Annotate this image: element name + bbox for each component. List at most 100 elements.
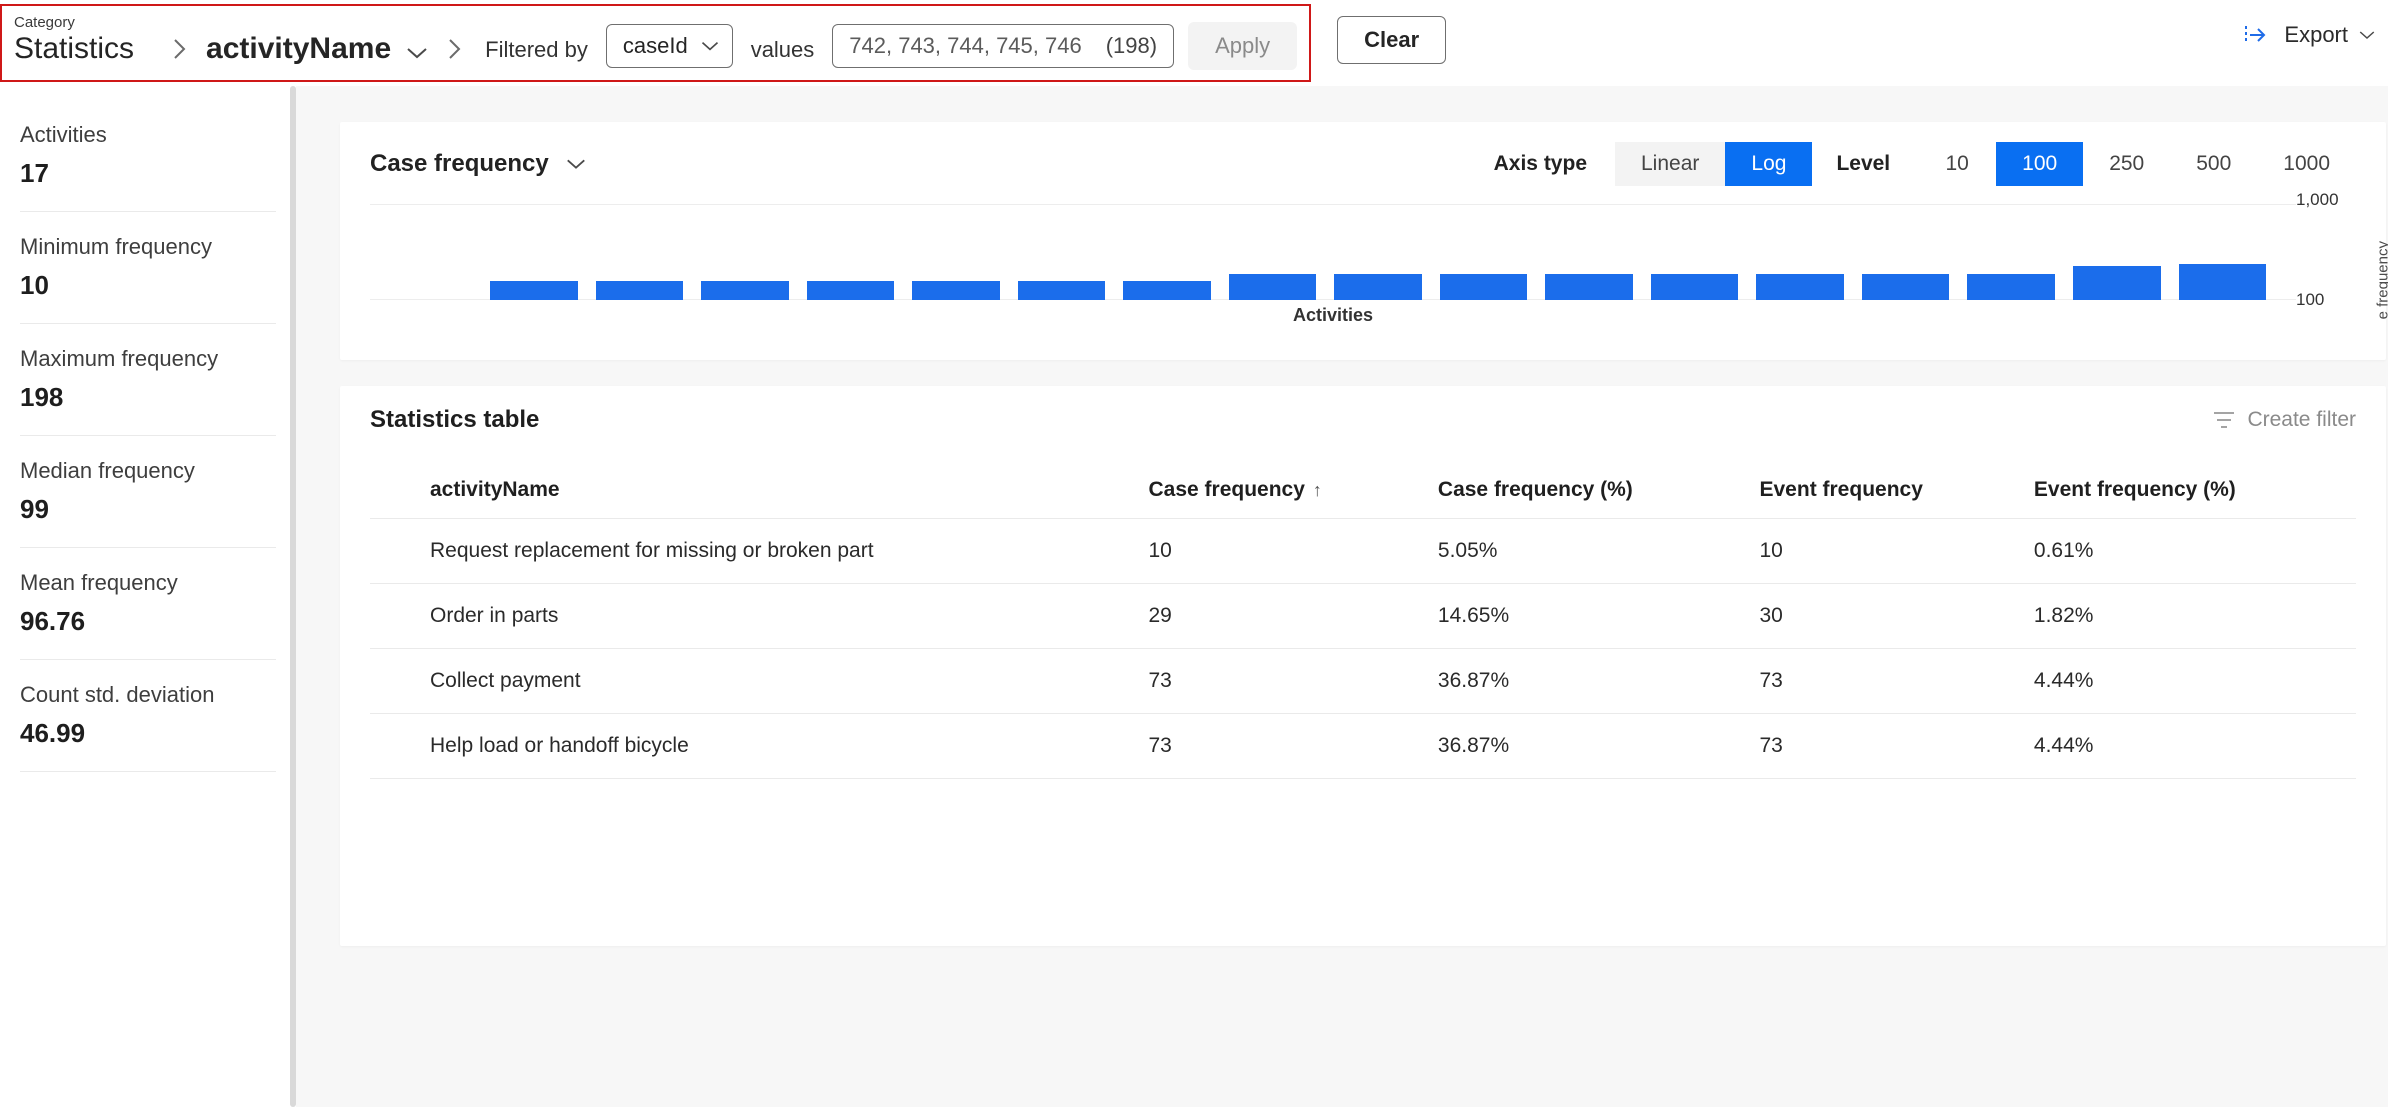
chart-title: Case frequency (370, 150, 549, 178)
level-option-100[interactable]: 100 (1996, 142, 2083, 186)
table-cell: 1.82% (2024, 584, 2356, 649)
chevron-down-icon (565, 156, 587, 172)
table-card: Statistics table Create filter activityN… (340, 386, 2386, 946)
filter-icon (2213, 411, 2235, 429)
table-cell: Help load or handoff bicycle (370, 714, 1138, 779)
filter-field-value: caseId (623, 33, 688, 59)
chart-bar (1440, 274, 1528, 300)
apply-button[interactable]: Apply (1188, 22, 1297, 70)
chevron-right-icon (447, 37, 463, 61)
axis-type-toggle: LinearLog (1615, 142, 1812, 186)
stat-label: Mean frequency (20, 570, 276, 596)
table-row[interactable]: Request replacement for missing or broke… (370, 519, 2356, 584)
table-column-header[interactable]: activityName (370, 462, 1138, 519)
breadcrumb-item[interactable]: activityName (206, 32, 391, 66)
level-option-250[interactable]: 250 (2083, 142, 2170, 186)
create-filter-button[interactable]: Create filter (2213, 408, 2356, 432)
level-option-10[interactable]: 10 (1918, 142, 1996, 186)
axis-type-label: Axis type (1494, 152, 1587, 176)
stat-label: Count std. deviation (20, 682, 276, 708)
chart-bar (490, 281, 578, 300)
table-cell: 29 (1138, 584, 1427, 649)
level-label: Level (1836, 152, 1890, 176)
stat-value: 17 (20, 158, 276, 189)
chart-bar (1229, 274, 1317, 300)
category-value: Statistics (14, 32, 134, 66)
stat-block: Mean frequency 96.76 (20, 570, 276, 660)
level-option-500[interactable]: 500 (2170, 142, 2257, 186)
stat-value: 96.76 (20, 606, 276, 637)
table-cell: 0.61% (2024, 519, 2356, 584)
chart-bar (2179, 264, 2267, 300)
chart-bar (1018, 281, 1106, 300)
chart-bar (2073, 266, 2161, 300)
table-cell: 30 (1750, 584, 2024, 649)
axis-type-option-log[interactable]: Log (1725, 142, 1812, 186)
table-row[interactable]: Order in parts2914.65%301.82% (370, 584, 2356, 649)
statistics-table: activityNameCase frequency↑Case frequenc… (370, 462, 2356, 779)
chart-bar (1545, 274, 1633, 300)
category-label: Category (14, 15, 134, 30)
breadcrumb-category[interactable]: Category Statistics (14, 15, 134, 66)
table-cell: 5.05% (1428, 519, 1750, 584)
export-icon (2244, 24, 2270, 46)
chart-title-dropdown[interactable]: Case frequency (370, 150, 587, 178)
chart-card: Case frequency Axis type LinearLog Level… (340, 122, 2386, 360)
main-content: Case frequency Axis type LinearLog Level… (296, 86, 2388, 1107)
chart-bar (1756, 274, 1844, 300)
table-cell: 73 (1750, 714, 2024, 779)
chevron-right-icon (172, 37, 188, 61)
level-option-1000[interactable]: 1000 (2257, 142, 2356, 186)
table-title: Statistics table (370, 406, 539, 434)
stat-label: Median frequency (20, 458, 276, 484)
table-cell: 4.44% (2024, 649, 2356, 714)
chart-bar (701, 281, 789, 300)
table-row[interactable]: Collect payment7336.87%734.44% (370, 649, 2356, 714)
stat-value: 99 (20, 494, 276, 525)
table-cell: Collect payment (370, 649, 1138, 714)
table-column-header[interactable]: Event frequency (%) (2024, 462, 2356, 519)
table-column-header[interactable]: Case frequency (%) (1428, 462, 1750, 519)
sort-asc-icon: ↑ (1313, 480, 1322, 500)
chart-bar (1651, 274, 1739, 300)
filter-values-input[interactable]: 742, 743, 744, 745, 746 (198) (832, 24, 1174, 68)
chart-bar (912, 281, 1000, 300)
table-column-header[interactable]: Case frequency↑ (1138, 462, 1427, 519)
table-cell: 36.87% (1428, 714, 1750, 779)
filter-field-select[interactable]: caseId (606, 24, 733, 68)
chart-bar (807, 281, 895, 300)
table-cell: 4.44% (2024, 714, 2356, 779)
table-cell: 10 (1750, 519, 2024, 584)
table-cell: 73 (1138, 649, 1427, 714)
values-label: values (751, 37, 815, 63)
table-cell: 14.65% (1428, 584, 1750, 649)
filter-values-text: 742, 743, 744, 745, 746 (849, 33, 1081, 59)
table-row[interactable]: Help load or handoff bicycle7336.87%734.… (370, 714, 2356, 779)
stat-value: 10 (20, 270, 276, 301)
table-header-row: activityNameCase frequency↑Case frequenc… (370, 462, 2356, 519)
chart-bar (596, 281, 684, 300)
stat-label: Minimum frequency (20, 234, 276, 260)
topbar: Category Statistics activityName Filtere… (0, 0, 2388, 86)
y-tick: 1,000 (2296, 190, 2339, 210)
stat-block: Median frequency 99 (20, 458, 276, 548)
table-cell: 36.87% (1428, 649, 1750, 714)
filter-values-count: (198) (1106, 33, 1157, 59)
export-menu[interactable]: Export (2244, 22, 2376, 48)
table-cell: 10 (1138, 519, 1427, 584)
stat-block: Minimum frequency 10 (20, 234, 276, 324)
chevron-down-icon (2358, 28, 2376, 42)
table-column-header[interactable]: Event frequency (1750, 462, 2024, 519)
chart-area: Activities 1,000 100 e frequency (370, 204, 2356, 334)
stat-block: Maximum frequency198 (20, 346, 276, 436)
filtered-by-label: Filtered by (485, 37, 588, 63)
stat-label: Activities (20, 122, 276, 148)
chevron-down-icon[interactable] (405, 45, 429, 61)
axis-type-option-linear[interactable]: Linear (1615, 142, 1725, 186)
table-cell: Request replacement for missing or broke… (370, 519, 1138, 584)
chart-x-label: Activities (370, 305, 2296, 326)
chart-y-label: e frequency (2374, 241, 2388, 319)
stat-value: 198 (20, 382, 276, 413)
level-toggle: 101002505001000 (1918, 142, 2356, 186)
clear-button[interactable]: Clear (1337, 16, 1446, 64)
